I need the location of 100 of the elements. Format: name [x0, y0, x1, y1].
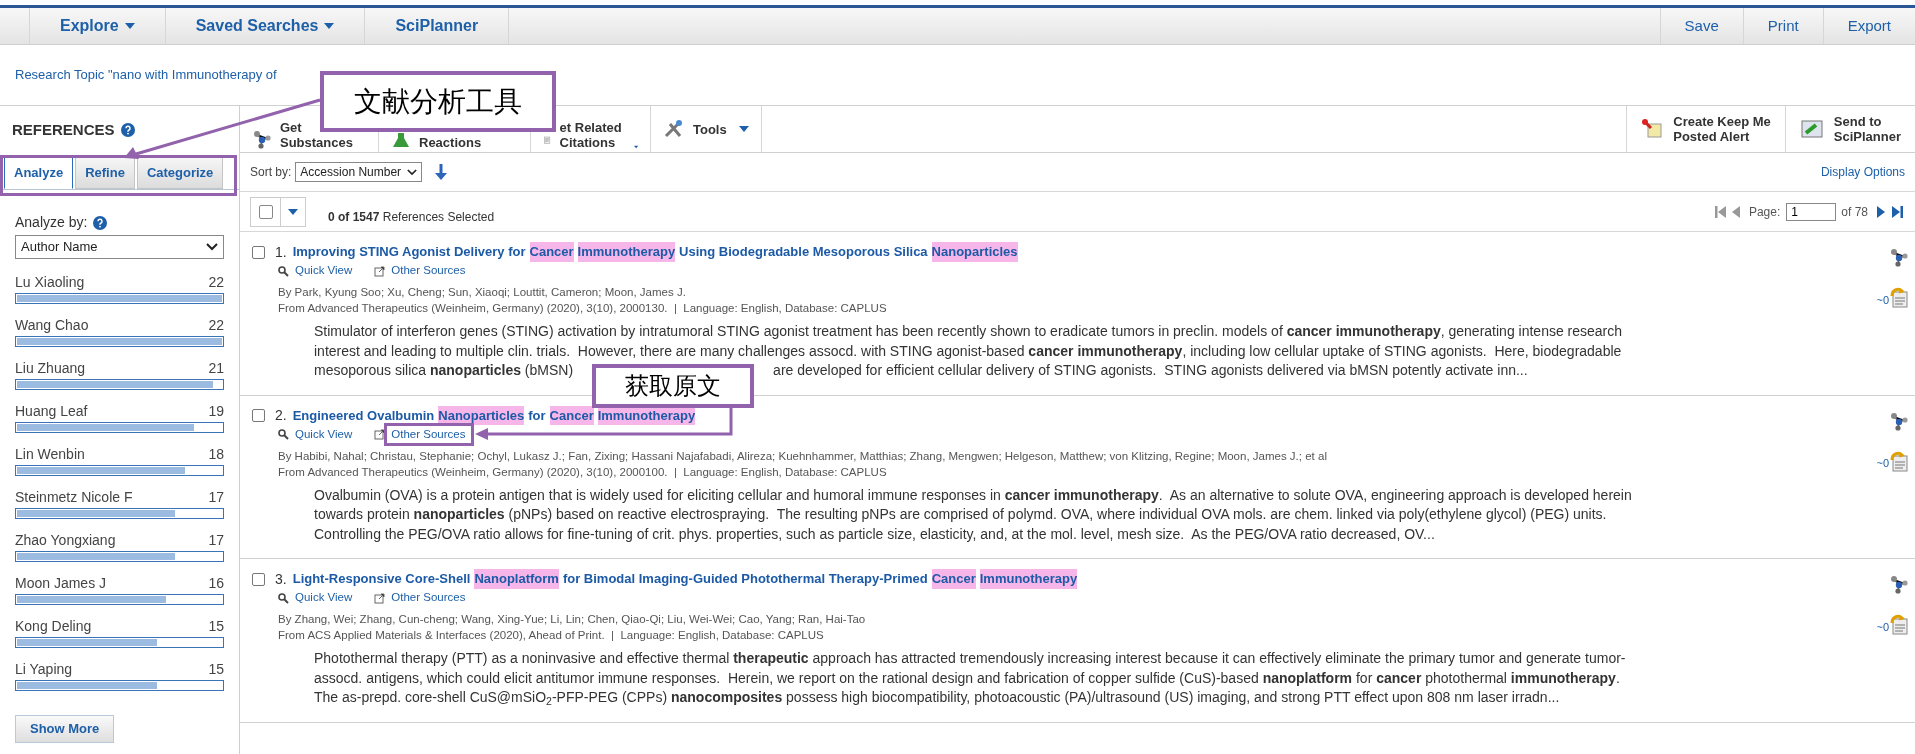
external-link-icon: [374, 429, 386, 440]
search-icon: [278, 265, 289, 277]
reference-number: 2.: [275, 406, 287, 425]
citation-count: ~0: [1876, 292, 1889, 308]
caret-icon: [738, 126, 749, 132]
planner-icon: [1799, 118, 1824, 140]
reference-number: 1.: [275, 242, 287, 262]
reference-authors: By Park, Kyung Soo; Xu, Cheng; Sun, Xiaoqi; Louttit, Cameron; Moon, James J.: [278, 285, 687, 300]
checkbox[interactable]: [252, 245, 265, 259]
reference-title-link[interactable]: Light-Responsive Core-Shell Nanoplatform for Bimodal Imaging-Guided Photothermal Therapy-Primed Cancer Immunotherapy: [292, 569, 1078, 589]
reference-source: From ACS Applied Materials & Interfaces (2020), Ahead of Print. | Language: English, Database: CAPLUS: [278, 628, 825, 643]
author-name-link[interactable]: Liu Zhuang: [15, 357, 86, 379]
other-sources-link[interactable]: Other Sources: [391, 262, 466, 280]
sidebar-tab[interactable]: Categorize: [136, 157, 224, 189]
author-name-link[interactable]: Moon James J: [15, 572, 107, 594]
reference-number: 3.: [275, 569, 287, 589]
sort-label: Sort by:: [250, 164, 292, 181]
previous-page-icon[interactable]: [1730, 204, 1741, 219]
author-name-link[interactable]: Wang Chao: [15, 314, 89, 336]
sidebar-tab[interactable]: Analyze: [4, 157, 74, 189]
nav-action-button[interactable]: Export: [1822, 8, 1915, 44]
external-link-icon: [374, 265, 386, 277]
checkbox[interactable]: [252, 572, 265, 586]
research-topic-link[interactable]: Research Topic "nano with Immunotherapy of: [15, 65, 277, 85]
annotation-tooltip: 文献分析工具: [320, 71, 556, 132]
author-count: 22: [208, 316, 224, 335]
caret-icon: [633, 144, 638, 150]
help-icon[interactable]: [120, 123, 135, 137]
sort-direction-icon[interactable]: [434, 163, 449, 181]
help-icon[interactable]: [93, 215, 108, 230]
caret-icon: [124, 23, 135, 29]
last-page-icon[interactable]: [1891, 204, 1903, 219]
reference-abstract: Ovalbumin (OVA) is a protein antigen that is widely used for eliciting cellular and humoral immune responses in cancer immunotherapy. As an alternative to solute OVA, engineering approach is developed herein towards protein nanoparticles (pNPs) based on reactive electrospraying. The resulting pNPs are comprised of polymd. OVA, where individual OVA mols. are chem. linked via poly(ethylene glycol) (PEG) units. Controlling the PEG/OVA ratio allows for fine-tuning of crit. phys. properties, such as particle size, elasticity, and, at the mol. level, mesh size. As the PEG/OVA ratio decreased, OV...: [313, 485, 1633, 544]
author-count: 21: [208, 359, 224, 378]
author-name-link[interactable]: Lu Xiaoling: [15, 271, 85, 293]
author-name-link[interactable]: Steinmetz Nicole F: [15, 486, 133, 508]
select-all-checkbox[interactable]: [258, 204, 273, 219]
nav-action-button[interactable]: Print: [1742, 8, 1823, 44]
author-name-link[interactable]: Zhao Yongxiang: [15, 529, 116, 551]
author-name-link[interactable]: Huang Leaf: [15, 400, 88, 422]
pushpin-icon: [1641, 118, 1664, 140]
first-page-icon[interactable]: [1714, 204, 1727, 219]
toolbar-button[interactable]: Create Keep Me Posted Alert: [1626, 106, 1785, 152]
reference-title-link[interactable]: Engineered Ovalbumin Nanoparticles for Cancer Immunotherapy: [292, 405, 696, 426]
sidebar-tab[interactable]: Refine: [75, 157, 135, 189]
toolbar-button[interactable]: Send to SciPlanner: [1784, 106, 1915, 152]
reference-abstract: Photothermal therapy (PTT) as a noninvasive and effective thermal therapeutic approach has attracted tremendously increasing interest because it can effectively eliminate the primary tumor and generate tumor- assocd. antigens, which could elicit antitumor immune responses. Herein, we report on the rational design and fabrication of copper sulfide (CuS)-based nanoplatform for cancer photothermal immunotherapy. The as-prepd. core-shell CuS@mSiO$_{2}$-PFP-PEG (CPPs) nanocomposites possess high biocompatibility, photoacoustic (PA)/ultrasound (US) imaging, and strong PTT effect upon 808 nm laser irradn...: [313, 649, 1627, 708]
author-count: 18: [208, 445, 224, 464]
next-page-icon[interactable]: [1876, 204, 1886, 219]
author-count: 17: [208, 488, 224, 507]
search-icon: [278, 429, 289, 440]
search-icon: [278, 592, 289, 604]
analyze-by-label: Analyze by:: [15, 213, 88, 232]
reference-source: From Advanced Therapeutics (Weinheim, Germany) (2020), 3(10), 2000130. | Language: English, Database: CAPLUS: [278, 301, 888, 316]
show-more-button[interactable]: Show More: [15, 715, 115, 743]
references-heading: REFERENCES: [12, 119, 115, 140]
substances-icon[interactable]: [1889, 248, 1909, 268]
reference-source: From Advanced Therapeutics (Weinheim, Germany) (2020), 3(10), 2000100. | Language: English, Database: CAPLUS: [278, 464, 888, 480]
caret-icon: [324, 23, 335, 29]
author-count: 19: [208, 402, 224, 421]
author-name-link[interactable]: Li Yaping: [15, 658, 73, 680]
reference-authors: By Zhang, Wei; Zhang, Cun-cheng; Wang, Xing-Yue; Li, Lin; Chen, Qiao-Qi; Liu, Wei-Wei; Cao, Yang; Ran, Hai-Tao: [278, 612, 867, 627]
quick-view-link[interactable]: Quick View: [295, 262, 353, 280]
analyze-by-select[interactable]: Author Name: [15, 235, 224, 259]
tools-icon: [663, 119, 685, 139]
author-count: 16: [208, 574, 224, 593]
selection-count: 0 of 1547 References Selected: [328, 208, 495, 226]
nav-menu[interactable]: Saved Searches: [165, 8, 366, 44]
substances-icon[interactable]: [1889, 575, 1909, 595]
display-options-link[interactable]: Display Options: [1820, 163, 1905, 181]
toolbar-button[interactable]: Tools: [651, 106, 762, 152]
caret-icon: [288, 208, 298, 215]
page-number-field[interactable]: 1: [1786, 202, 1837, 221]
quick-view-link[interactable]: Quick View: [295, 589, 353, 607]
author-name-link[interactable]: Kong Deling: [15, 615, 92, 637]
nav-menu[interactable]: SciPlanner: [365, 8, 510, 44]
sort-select[interactable]: Accession Number: [295, 162, 423, 182]
reference-authors: By Habibi, Nahal; Christau, Stephanie; Ochyl, Lukasz J.; Fan, Zixing; Hassani Najafabadi, Alireza; Kuehnhammer, Matthias; Zhang, Mengwen; Helgeson, Matthew; von Klitzing, Regine; Moon, James J.; et al: [278, 448, 1328, 464]
quick-view-link[interactable]: Quick View: [295, 425, 353, 444]
reference-title-link[interactable]: Improving STING Agonist Delivery for Cancer Immunotherapy Using Biodegradable Mesoporous Silica Nanoparticles: [292, 242, 1018, 262]
citation-count: ~0: [1876, 456, 1889, 471]
citation-count: ~0: [1876, 619, 1889, 635]
author-count: 17: [208, 531, 224, 550]
nav-action-button[interactable]: Save: [1659, 8, 1743, 44]
author-count: 15: [208, 617, 224, 636]
substances-icon[interactable]: [1889, 411, 1909, 432]
nav-menu[interactable]: Explore: [30, 8, 166, 44]
external-link-icon: [374, 592, 386, 604]
other-sources-link[interactable]: Other Sources: [391, 425, 466, 444]
molecule-icon[interactable]: [252, 130, 272, 150]
other-sources-link[interactable]: Other Sources: [391, 589, 466, 607]
checkbox[interactable]: [252, 409, 265, 422]
page-label: Page:: [1748, 203, 1781, 221]
author-count: 22: [208, 273, 224, 292]
author-count: 15: [208, 660, 224, 679]
chevron-down-icon: [407, 168, 418, 176]
chevron-down-icon: [206, 243, 218, 251]
author-name-link[interactable]: Lin Wenbin: [15, 443, 85, 465]
flask-icon: [391, 130, 411, 150]
page-total: of 78: [1841, 203, 1868, 221]
